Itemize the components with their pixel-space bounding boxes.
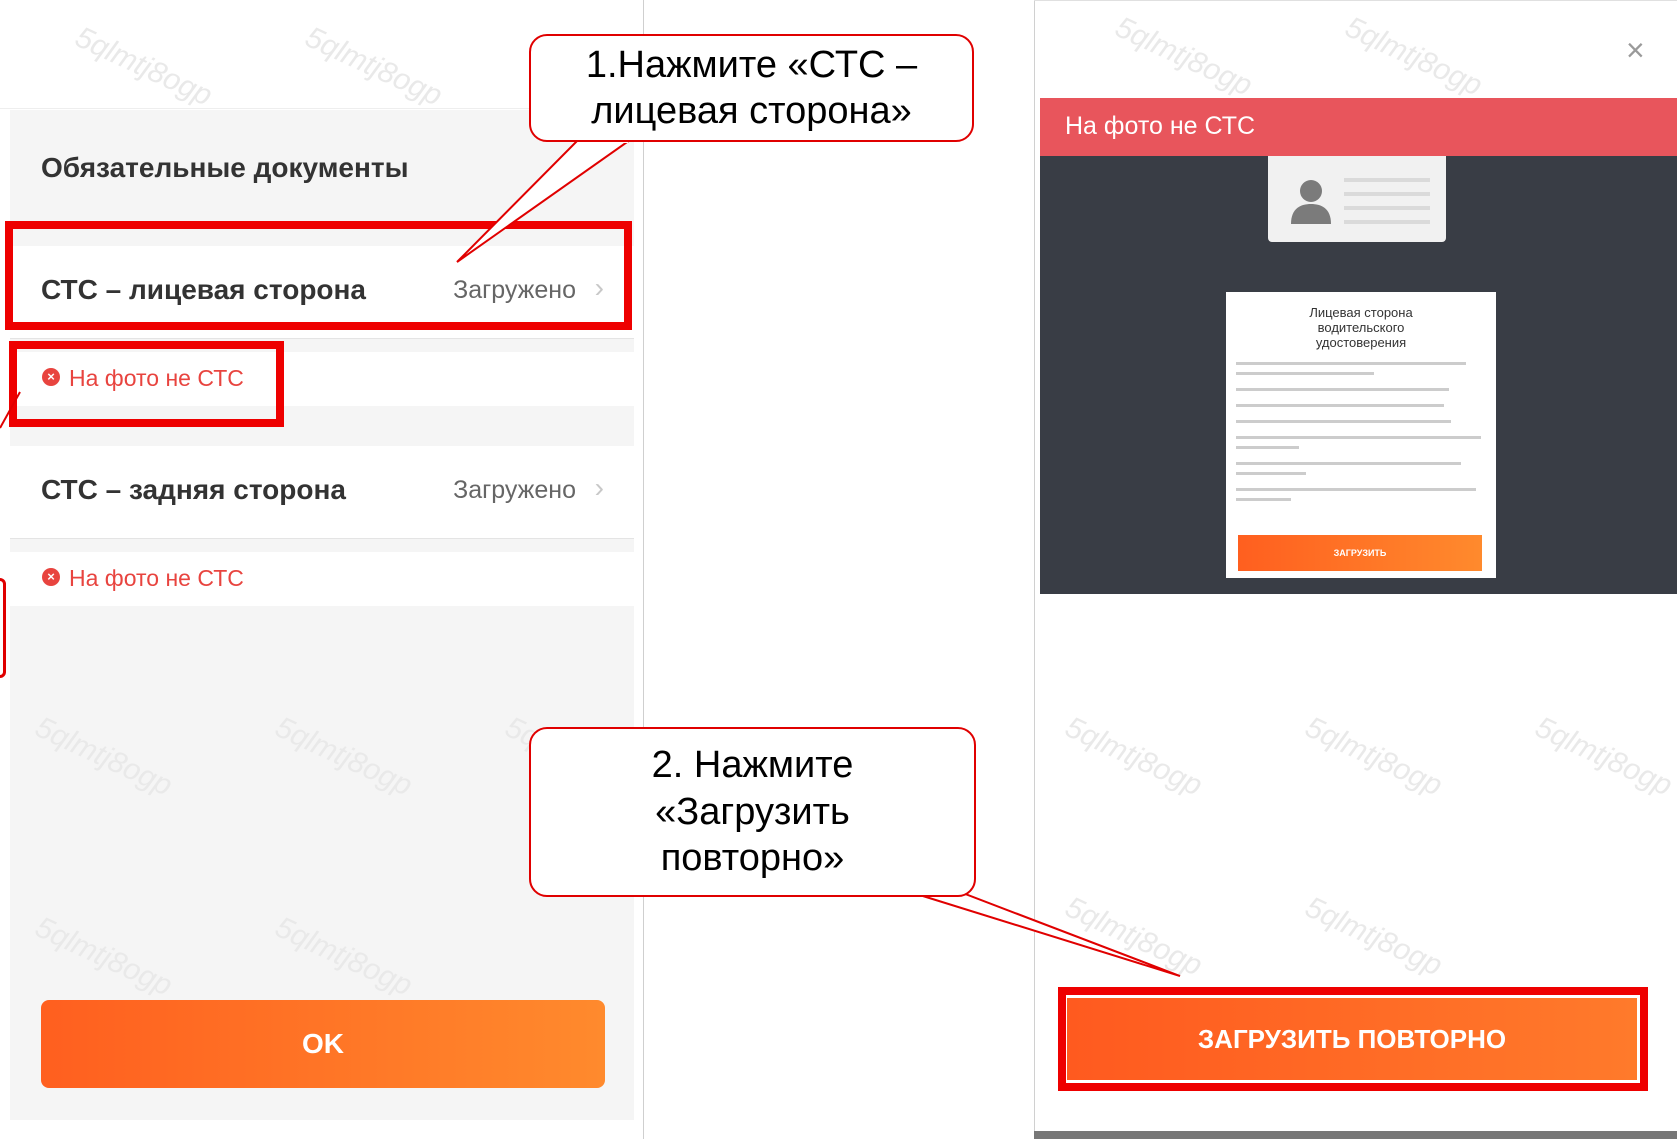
error-text-back: На фото не СТС <box>69 565 244 591</box>
callout-step-2: 2. Нажмите «Загрузить повторно» <box>529 727 976 897</box>
ok-button[interactable]: OK <box>41 1000 605 1088</box>
chevron-right-icon: › <box>594 472 604 503</box>
error-text-front: На фото не СТС <box>69 365 244 391</box>
instruction-title: Лицевая сторона водительского удостовере… <box>1309 305 1413 350</box>
instruction-requirements <box>1236 362 1486 508</box>
doc-status-front: Загружено <box>453 276 576 304</box>
reupload-button[interactable]: ЗАГРУЗИТЬ ПОВТОРНО <box>1067 998 1637 1080</box>
error-row-back: × На фото не СТС <box>10 552 634 606</box>
error-row-front: × На фото не СТС <box>10 352 634 406</box>
error-icon: × <box>42 568 60 586</box>
error-icon: × <box>42 368 60 386</box>
doc-label-back: СТС – задняя сторона <box>41 474 346 505</box>
close-icon[interactable]: × <box>1626 32 1645 69</box>
chevron-right-icon: › <box>594 272 604 303</box>
doc-label-front: СТС – лицевая сторона <box>41 274 367 305</box>
doc-status-back: Загружено <box>453 476 576 504</box>
person-icon <box>1291 180 1331 224</box>
modal-bottom-border <box>1034 1131 1677 1139</box>
id-card-lines <box>1344 178 1430 234</box>
doc-row-back[interactable]: СТС – задняя сторона Загружено › <box>10 446 634 539</box>
callout-step-1: 1.Нажмите «СТС – лицевая сторона» <box>529 34 974 142</box>
doc-row-front[interactable]: СТС – лицевая сторона Загружено › <box>10 246 634 339</box>
modal-top-border <box>1034 0 1677 9</box>
section-title: Обязательные документы <box>41 152 409 183</box>
instruction-upload-button: ЗАГРУЗИТЬ <box>1238 535 1482 571</box>
error-banner-text: На фото не СТС <box>1065 112 1256 140</box>
